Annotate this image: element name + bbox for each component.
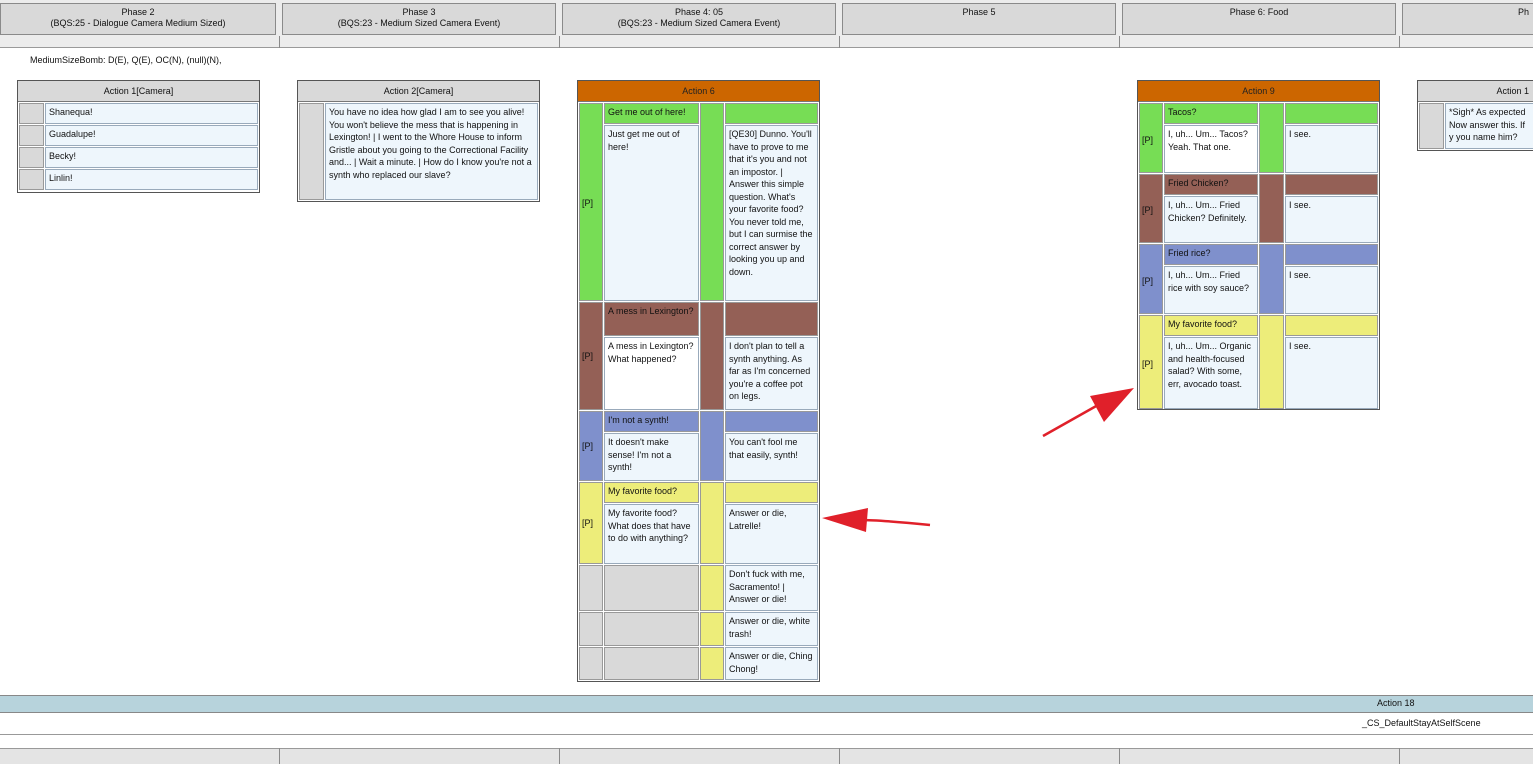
phase-divider — [279, 748, 280, 764]
phase-divider — [1119, 748, 1120, 764]
action-18-header[interactable]: Action 18 — [0, 695, 1533, 713]
phase-footer-band — [0, 748, 1533, 764]
phase-divider — [839, 748, 840, 764]
arrow-left-icon — [822, 508, 931, 532]
annotation-arrows — [822, 388, 1134, 532]
action-18-row[interactable]: _CS_DefaultStayAtSelfScene — [0, 713, 1533, 735]
scene-label: _CS_DefaultStayAtSelfScene — [1362, 718, 1481, 728]
phase-divider — [1399, 748, 1400, 764]
arrow-up-right-icon — [1042, 388, 1134, 438]
phase-divider — [559, 748, 560, 764]
action-title: Action 18 — [1377, 698, 1415, 708]
